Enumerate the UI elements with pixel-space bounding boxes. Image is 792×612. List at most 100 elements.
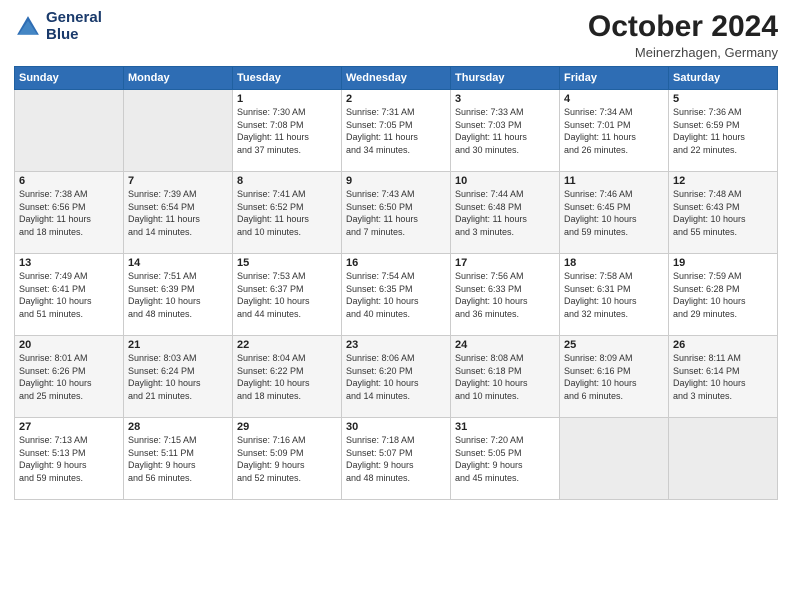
- day-number: 9: [346, 175, 446, 187]
- day-cell: 10Sunrise: 7:44 AM Sunset: 6:48 PM Dayli…: [451, 172, 560, 254]
- day-info: Sunrise: 7:46 AM Sunset: 6:45 PM Dayligh…: [564, 188, 664, 238]
- day-number: 6: [19, 175, 119, 187]
- day-info: Sunrise: 7:18 AM Sunset: 5:07 PM Dayligh…: [346, 434, 446, 484]
- week-row-4: 27Sunrise: 7:13 AM Sunset: 5:13 PM Dayli…: [15, 418, 778, 500]
- day-cell: 19Sunrise: 7:59 AM Sunset: 6:28 PM Dayli…: [669, 254, 778, 336]
- header-day-friday: Friday: [560, 67, 669, 90]
- day-info: Sunrise: 7:51 AM Sunset: 6:39 PM Dayligh…: [128, 270, 228, 320]
- day-cell: 8Sunrise: 7:41 AM Sunset: 6:52 PM Daylig…: [233, 172, 342, 254]
- day-info: Sunrise: 8:06 AM Sunset: 6:20 PM Dayligh…: [346, 352, 446, 402]
- day-info: Sunrise: 8:11 AM Sunset: 6:14 PM Dayligh…: [673, 352, 773, 402]
- day-info: Sunrise: 7:15 AM Sunset: 5:11 PM Dayligh…: [128, 434, 228, 484]
- logo-text: General Blue: [46, 10, 102, 43]
- day-number: 16: [346, 257, 446, 269]
- day-number: 17: [455, 257, 555, 269]
- day-number: 26: [673, 339, 773, 351]
- day-cell: 29Sunrise: 7:16 AM Sunset: 5:09 PM Dayli…: [233, 418, 342, 500]
- day-info: Sunrise: 8:08 AM Sunset: 6:18 PM Dayligh…: [455, 352, 555, 402]
- day-number: 25: [564, 339, 664, 351]
- day-cell: 31Sunrise: 7:20 AM Sunset: 5:05 PM Dayli…: [451, 418, 560, 500]
- day-cell: 2Sunrise: 7:31 AM Sunset: 7:05 PM Daylig…: [342, 90, 451, 172]
- day-number: 4: [564, 93, 664, 105]
- day-cell: 14Sunrise: 7:51 AM Sunset: 6:39 PM Dayli…: [124, 254, 233, 336]
- day-info: Sunrise: 8:01 AM Sunset: 6:26 PM Dayligh…: [19, 352, 119, 402]
- day-number: 28: [128, 421, 228, 433]
- logo-icon: [14, 13, 42, 41]
- day-cell: 28Sunrise: 7:15 AM Sunset: 5:11 PM Dayli…: [124, 418, 233, 500]
- day-cell: 20Sunrise: 8:01 AM Sunset: 6:26 PM Dayli…: [15, 336, 124, 418]
- day-info: Sunrise: 7:39 AM Sunset: 6:54 PM Dayligh…: [128, 188, 228, 238]
- title-month: October 2024: [588, 10, 778, 43]
- week-row-0: 1Sunrise: 7:30 AM Sunset: 7:08 PM Daylig…: [15, 90, 778, 172]
- day-cell: 23Sunrise: 8:06 AM Sunset: 6:20 PM Dayli…: [342, 336, 451, 418]
- day-info: Sunrise: 7:44 AM Sunset: 6:48 PM Dayligh…: [455, 188, 555, 238]
- day-cell: 26Sunrise: 8:11 AM Sunset: 6:14 PM Dayli…: [669, 336, 778, 418]
- day-number: 14: [128, 257, 228, 269]
- day-cell: [124, 90, 233, 172]
- day-number: 1: [237, 93, 337, 105]
- day-info: Sunrise: 8:04 AM Sunset: 6:22 PM Dayligh…: [237, 352, 337, 402]
- day-number: 20: [19, 339, 119, 351]
- header-day-saturday: Saturday: [669, 67, 778, 90]
- calendar-table: SundayMondayTuesdayWednesdayThursdayFrid…: [14, 66, 778, 500]
- day-cell: 9Sunrise: 7:43 AM Sunset: 6:50 PM Daylig…: [342, 172, 451, 254]
- title-block: October 2024 Meinerzhagen, Germany: [588, 10, 778, 60]
- day-number: 29: [237, 421, 337, 433]
- day-number: 19: [673, 257, 773, 269]
- day-info: Sunrise: 7:33 AM Sunset: 7:03 PM Dayligh…: [455, 106, 555, 156]
- day-cell: 30Sunrise: 7:18 AM Sunset: 5:07 PM Dayli…: [342, 418, 451, 500]
- header-day-tuesday: Tuesday: [233, 67, 342, 90]
- day-info: Sunrise: 7:13 AM Sunset: 5:13 PM Dayligh…: [19, 434, 119, 484]
- day-info: Sunrise: 7:34 AM Sunset: 7:01 PM Dayligh…: [564, 106, 664, 156]
- day-cell: 27Sunrise: 7:13 AM Sunset: 5:13 PM Dayli…: [15, 418, 124, 500]
- header-day-thursday: Thursday: [451, 67, 560, 90]
- day-cell: 6Sunrise: 7:38 AM Sunset: 6:56 PM Daylig…: [15, 172, 124, 254]
- day-number: 13: [19, 257, 119, 269]
- week-row-1: 6Sunrise: 7:38 AM Sunset: 6:56 PM Daylig…: [15, 172, 778, 254]
- day-number: 11: [564, 175, 664, 187]
- header-row: SundayMondayTuesdayWednesdayThursdayFrid…: [15, 67, 778, 90]
- day-number: 24: [455, 339, 555, 351]
- header-day-wednesday: Wednesday: [342, 67, 451, 90]
- header: General Blue October 2024 Meinerzhagen, …: [14, 10, 778, 60]
- day-number: 2: [346, 93, 446, 105]
- day-number: 7: [128, 175, 228, 187]
- day-info: Sunrise: 7:56 AM Sunset: 6:33 PM Dayligh…: [455, 270, 555, 320]
- day-cell: 3Sunrise: 7:33 AM Sunset: 7:03 PM Daylig…: [451, 90, 560, 172]
- title-location: Meinerzhagen, Germany: [588, 45, 778, 60]
- day-cell: 21Sunrise: 8:03 AM Sunset: 6:24 PM Dayli…: [124, 336, 233, 418]
- day-info: Sunrise: 7:54 AM Sunset: 6:35 PM Dayligh…: [346, 270, 446, 320]
- day-cell: 4Sunrise: 7:34 AM Sunset: 7:01 PM Daylig…: [560, 90, 669, 172]
- day-number: 18: [564, 257, 664, 269]
- week-row-3: 20Sunrise: 8:01 AM Sunset: 6:26 PM Dayli…: [15, 336, 778, 418]
- day-cell: [15, 90, 124, 172]
- day-info: Sunrise: 7:58 AM Sunset: 6:31 PM Dayligh…: [564, 270, 664, 320]
- header-day-sunday: Sunday: [15, 67, 124, 90]
- day-number: 27: [19, 421, 119, 433]
- day-number: 23: [346, 339, 446, 351]
- day-cell: 15Sunrise: 7:53 AM Sunset: 6:37 PM Dayli…: [233, 254, 342, 336]
- calendar-page: General Blue October 2024 Meinerzhagen, …: [0, 0, 792, 612]
- day-cell: 13Sunrise: 7:49 AM Sunset: 6:41 PM Dayli…: [15, 254, 124, 336]
- day-cell: 22Sunrise: 8:04 AM Sunset: 6:22 PM Dayli…: [233, 336, 342, 418]
- calendar-body: 1Sunrise: 7:30 AM Sunset: 7:08 PM Daylig…: [15, 90, 778, 500]
- week-row-2: 13Sunrise: 7:49 AM Sunset: 6:41 PM Dayli…: [15, 254, 778, 336]
- day-info: Sunrise: 7:43 AM Sunset: 6:50 PM Dayligh…: [346, 188, 446, 238]
- day-cell: 12Sunrise: 7:48 AM Sunset: 6:43 PM Dayli…: [669, 172, 778, 254]
- day-number: 12: [673, 175, 773, 187]
- day-cell: 1Sunrise: 7:30 AM Sunset: 7:08 PM Daylig…: [233, 90, 342, 172]
- day-info: Sunrise: 7:38 AM Sunset: 6:56 PM Dayligh…: [19, 188, 119, 238]
- day-info: Sunrise: 7:59 AM Sunset: 6:28 PM Dayligh…: [673, 270, 773, 320]
- day-cell: 18Sunrise: 7:58 AM Sunset: 6:31 PM Dayli…: [560, 254, 669, 336]
- day-info: Sunrise: 8:03 AM Sunset: 6:24 PM Dayligh…: [128, 352, 228, 402]
- day-info: Sunrise: 8:09 AM Sunset: 6:16 PM Dayligh…: [564, 352, 664, 402]
- day-info: Sunrise: 7:53 AM Sunset: 6:37 PM Dayligh…: [237, 270, 337, 320]
- day-info: Sunrise: 7:30 AM Sunset: 7:08 PM Dayligh…: [237, 106, 337, 156]
- day-number: 10: [455, 175, 555, 187]
- day-info: Sunrise: 7:49 AM Sunset: 6:41 PM Dayligh…: [19, 270, 119, 320]
- day-info: Sunrise: 7:48 AM Sunset: 6:43 PM Dayligh…: [673, 188, 773, 238]
- day-number: 30: [346, 421, 446, 433]
- day-info: Sunrise: 7:20 AM Sunset: 5:05 PM Dayligh…: [455, 434, 555, 484]
- day-number: 21: [128, 339, 228, 351]
- day-number: 31: [455, 421, 555, 433]
